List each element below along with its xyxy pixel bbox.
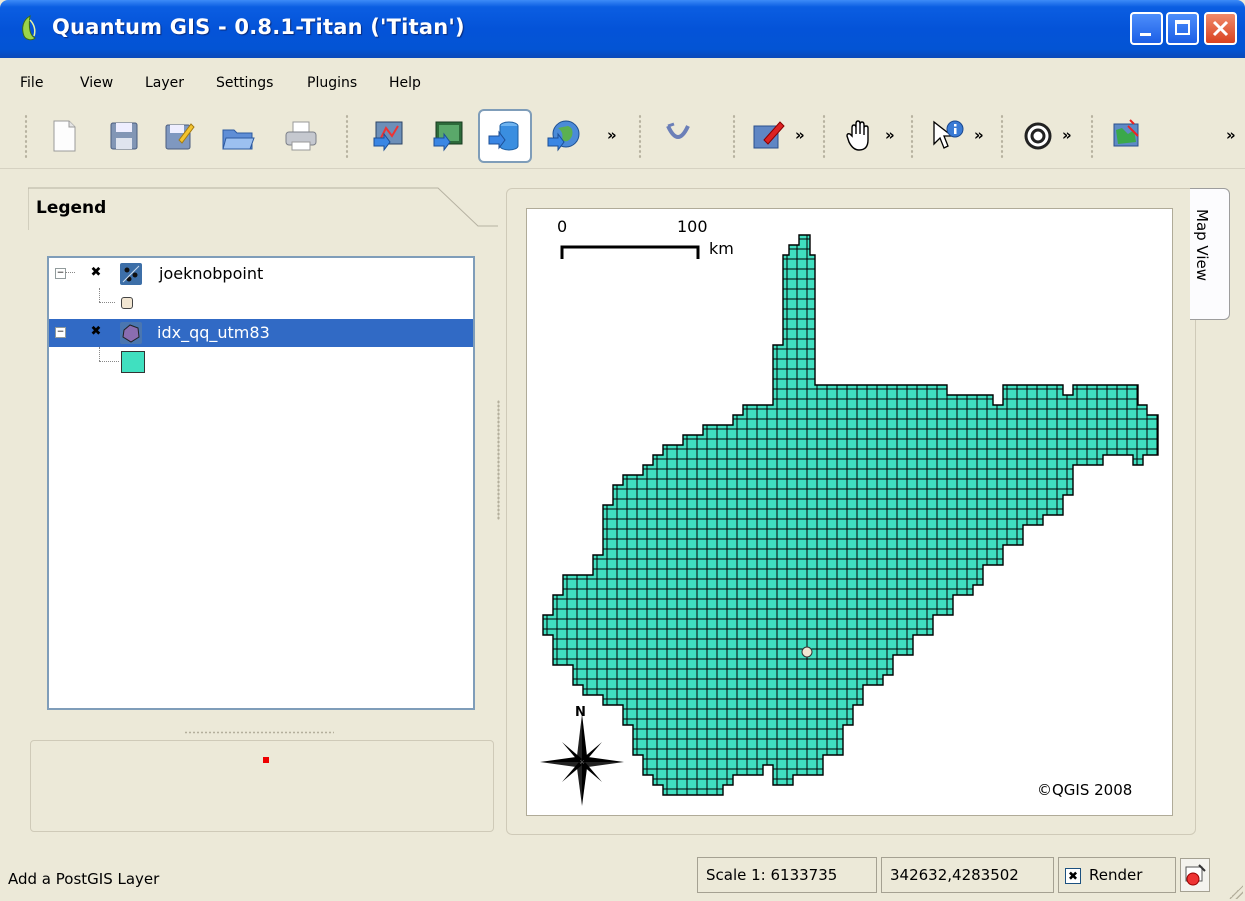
stop-render-button[interactable] bbox=[1180, 858, 1210, 892]
overview-panel[interactable] bbox=[30, 740, 494, 832]
resize-grip[interactable] bbox=[1229, 885, 1243, 899]
north-arrow bbox=[540, 714, 624, 806]
minimize-icon bbox=[1140, 33, 1151, 36]
add-raster-layer-icon[interactable] bbox=[430, 118, 466, 154]
menu-bar: File View Layer Settings Plugins Help bbox=[0, 58, 1245, 104]
close-icon bbox=[1212, 20, 1229, 37]
menu-help[interactable]: Help bbox=[389, 75, 421, 91]
scale-display: Scale 1: 6133735 bbox=[697, 857, 877, 893]
layer-visibility-checkbox[interactable]: ✖ bbox=[89, 266, 103, 280]
polygon-symbol-swatch bbox=[121, 351, 145, 373]
legend-layer-idx-qq-utm83[interactable]: − ✖ idx_qq_utm83 bbox=[49, 319, 473, 347]
add-wms-layer-icon[interactable] bbox=[546, 118, 582, 154]
tree-branch-line bbox=[99, 361, 119, 362]
save-as-icon[interactable] bbox=[161, 118, 197, 154]
menu-plugins[interactable]: Plugins bbox=[307, 75, 357, 91]
scale-bar-end-label: 100 bbox=[677, 217, 708, 236]
coordinate-display: 342632,4283502 bbox=[881, 857, 1054, 893]
tab-map-view[interactable]: Map View bbox=[1190, 188, 1230, 320]
open-project-icon[interactable] bbox=[220, 118, 256, 154]
map-canvas[interactable]: 0 100 km N ©QGIS 2008 bbox=[526, 208, 1173, 816]
menu-view[interactable]: View bbox=[80, 75, 113, 91]
toolbar-overflow-button[interactable]: » bbox=[885, 126, 895, 144]
point-feature bbox=[801, 646, 813, 658]
point-symbol-swatch bbox=[121, 297, 133, 309]
tree-branch-line bbox=[65, 272, 75, 273]
layer-visibility-checkbox[interactable]: ✖ bbox=[89, 325, 103, 339]
tree-branch-line bbox=[99, 302, 115, 303]
tab-map-view-label: Map View bbox=[1193, 209, 1211, 282]
toolbar-grip[interactable] bbox=[638, 114, 642, 160]
toolbar-grip[interactable] bbox=[1090, 114, 1094, 160]
toolbar-overflow-button[interactable]: » bbox=[607, 126, 617, 144]
layer-name: idx_qq_utm83 bbox=[157, 323, 270, 342]
toolbar-overflow-button[interactable]: » bbox=[1226, 126, 1236, 144]
print-icon[interactable] bbox=[283, 118, 319, 154]
toolbar-grip[interactable] bbox=[822, 114, 826, 160]
polygon-layer bbox=[542, 234, 1159, 796]
scale-bar-unit-label: km bbox=[709, 239, 734, 258]
window-title: Quantum GIS - 0.8.1-Titan ('Titan') bbox=[52, 15, 465, 39]
add-postgis-layer-icon bbox=[488, 121, 519, 151]
tree-branch-line bbox=[99, 347, 101, 361]
toolbar-overflow-button[interactable]: » bbox=[1062, 126, 1072, 144]
legend-tree[interactable]: − ✖ joeknobpoint − ✖ idx_qq_utm83 bbox=[47, 256, 475, 710]
polygon-layer-icon bbox=[120, 322, 142, 344]
state-quad-grid bbox=[542, 234, 1159, 796]
menu-file[interactable]: File bbox=[20, 75, 43, 91]
toolbar-grip[interactable] bbox=[910, 114, 914, 160]
stop-render-icon bbox=[1185, 864, 1206, 886]
tree-branch-line bbox=[99, 288, 101, 302]
toolbar-grip[interactable] bbox=[345, 114, 349, 160]
overview-extent-marker bbox=[263, 757, 269, 763]
legend-title: Legend bbox=[36, 198, 107, 218]
render-checkbox[interactable]: ✖ bbox=[1065, 868, 1081, 884]
maximize-icon bbox=[1175, 20, 1190, 35]
menu-layer[interactable]: Layer bbox=[145, 75, 184, 91]
title-bar: Quantum GIS - 0.8.1-Titan ('Titan') bbox=[0, 0, 1245, 58]
collapse-toggle[interactable]: − bbox=[55, 327, 66, 338]
minimize-button[interactable] bbox=[1130, 12, 1163, 45]
capture-icon[interactable] bbox=[660, 118, 696, 154]
map-layer-render bbox=[540, 234, 1159, 806]
toolbar: » » » » » » bbox=[0, 104, 1245, 169]
identify-icon[interactable] bbox=[930, 118, 966, 154]
plugin-icon[interactable] bbox=[1108, 118, 1144, 154]
qgis-app-icon bbox=[22, 15, 36, 41]
status-bar: Add a PostGIS Layer Scale 1: 6133735 342… bbox=[0, 852, 1245, 901]
toolbar-overflow-button[interactable]: » bbox=[974, 126, 984, 144]
edit-icon[interactable] bbox=[750, 118, 786, 154]
new-project-icon[interactable] bbox=[46, 118, 82, 154]
add-vector-layer-icon[interactable] bbox=[370, 118, 406, 154]
legend-layer-joeknobpoint[interactable]: − ✖ joeknobpoint bbox=[49, 260, 473, 288]
status-message: Add a PostGIS Layer bbox=[8, 870, 160, 888]
close-button[interactable] bbox=[1204, 12, 1237, 45]
copyright-icon[interactable] bbox=[1020, 118, 1056, 154]
north-arrow-label: N bbox=[575, 705, 586, 720]
render-toggle[interactable]: ✖ Render bbox=[1058, 857, 1176, 893]
panel-splitter[interactable] bbox=[184, 731, 334, 734]
menu-settings[interactable]: Settings bbox=[216, 75, 273, 91]
point-layer-icon bbox=[120, 263, 142, 285]
pan-icon[interactable] bbox=[842, 118, 878, 154]
copyright-label: ©QGIS 2008 bbox=[1037, 781, 1133, 799]
toolbar-grip[interactable] bbox=[24, 114, 28, 160]
save-project-icon[interactable] bbox=[106, 118, 142, 154]
dock-splitter[interactable] bbox=[497, 400, 500, 520]
maximize-button[interactable] bbox=[1166, 12, 1199, 45]
toolbar-grip[interactable] bbox=[732, 114, 736, 160]
toolbar-grip[interactable] bbox=[1000, 114, 1004, 160]
layer-name: joeknobpoint bbox=[159, 264, 264, 283]
add-postgis-layer-button[interactable] bbox=[478, 109, 532, 163]
render-label: Render bbox=[1089, 866, 1143, 884]
scale-bar-start-label: 0 bbox=[557, 217, 568, 236]
toolbar-overflow-button[interactable]: » bbox=[795, 126, 805, 144]
collapse-toggle[interactable]: − bbox=[55, 268, 66, 279]
scale-bar bbox=[560, 245, 700, 259]
